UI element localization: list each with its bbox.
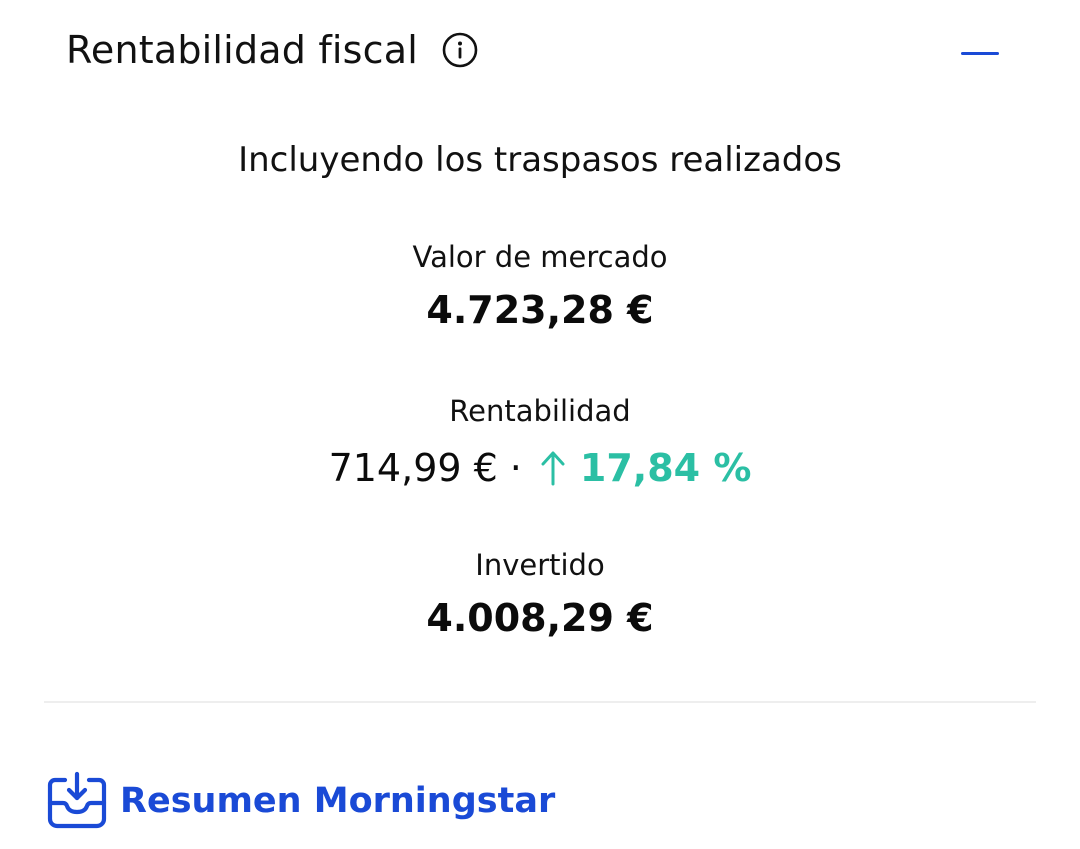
return-percent: 17,84 %	[579, 446, 752, 490]
divider	[44, 701, 1036, 703]
section-subtitle: Incluyendo los traspasos realizados	[238, 140, 842, 180]
arrow-up-icon	[538, 448, 568, 488]
return-separator: ·	[509, 446, 522, 490]
morningstar-summary-label: Resumen Morningstar	[120, 781, 556, 821]
return-label: Rentabilidad	[449, 394, 631, 428]
section-title: Rentabilidad fiscal	[66, 28, 419, 72]
invested-amount: 4.008,29 €	[426, 596, 654, 640]
info-circle-icon[interactable]	[442, 32, 478, 68]
morningstar-summary-link[interactable]: Resumen Morningstar	[46, 768, 555, 834]
market-value-amount: 4.723,28 €	[426, 288, 654, 332]
return-amount: 714,99 €	[328, 446, 498, 490]
download-tray-icon	[46, 770, 108, 832]
return-values: 714,99 € · 17,84 %	[0, 440, 1080, 496]
invested-label: Invertido	[475, 548, 605, 582]
market-value-label: Valor de mercado	[412, 240, 668, 274]
collapse-button[interactable]	[957, 35, 1003, 71]
section-header: Rentabilidad fiscal	[66, 22, 478, 78]
minus-icon	[961, 51, 999, 55]
